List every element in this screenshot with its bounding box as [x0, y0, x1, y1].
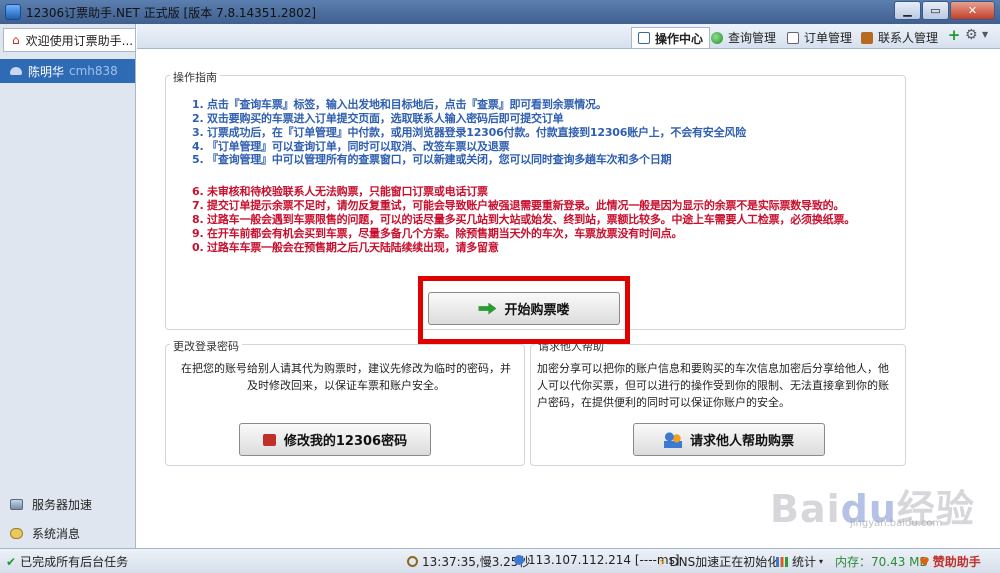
query-icon: [711, 31, 723, 44]
title-bar: 12306订票助手.NET 正式版 [版本 7.8.14351.2802] ▁ …: [0, 0, 1000, 24]
tab-label: 联系人管理: [878, 31, 939, 45]
clock-icon: [407, 556, 418, 567]
people-icon: [663, 431, 682, 448]
request-help-label: 请求他人帮助购票: [689, 434, 794, 449]
lock-icon: [262, 433, 276, 446]
home-icon: ⌂: [12, 33, 20, 47]
sidebar-tab-welcome[interactable]: ⌂ 欢迎使用订票助手...: [3, 28, 135, 52]
sponsor-label: 赞助助手: [932, 555, 981, 569]
window-title: 12306订票助手.NET 正式版 [版本 7.8.14351.2802]: [26, 6, 317, 20]
status-memory: 内存：70.43 MB: [835, 555, 928, 569]
stats-label: 统计: [792, 555, 817, 569]
sidebar-item-system-message[interactable]: 系统消息: [10, 525, 80, 542]
change-password-label: 修改我的12306密码: [283, 434, 408, 449]
status-tasks: ✔ 已完成所有后台任务: [6, 553, 128, 570]
sidebar-item-user[interactable]: 陈明华 cmh838: [0, 59, 135, 83]
status-bar: ✔ 已完成所有后台任务 13:37:35,慢3.25秒 113.107.112.…: [0, 548, 1000, 573]
sidebar-item-server-accel[interactable]: 服务器加速: [10, 496, 92, 513]
heart-icon: ♥: [919, 554, 930, 569]
chevron-down-icon: ▾: [819, 557, 824, 566]
sidebar: ⌂ 欢迎使用订票助手... 陈明华 cmh838 服务器加速 系统消息: [0, 24, 136, 548]
status-time: 13:37:35,慢3.25秒: [407, 553, 530, 570]
watermark-brand: Bai: [770, 487, 841, 531]
user-name: 陈明华: [28, 64, 65, 79]
lightning-icon: ⚡: [658, 554, 667, 569]
check-icon: ✔: [6, 554, 17, 569]
sponsor-link[interactable]: ♥ 赞助助手: [919, 553, 981, 570]
tab-label: 操作中心: [655, 31, 704, 46]
order-icon: [787, 31, 799, 44]
window-controls: ▁ ▭ ✕: [893, 1, 995, 20]
guide-warning-line: 0. 过路车车票一般会在预售期之后几天陆陆续续出现，请多留意: [192, 241, 499, 254]
user-id: cmh838: [69, 64, 118, 78]
sidebar-item-label: 服务器加速: [32, 498, 93, 512]
highlight-frame: [418, 276, 630, 344]
user-icon: [10, 67, 22, 75]
stats-icon: [776, 556, 788, 567]
tab-operations[interactable]: 操作中心: [631, 27, 711, 48]
change-password-title: 更改登录密码: [170, 338, 242, 354]
change-password-button[interactable]: 修改我的12306密码: [239, 423, 431, 456]
top-toolbar: 操作中心 查询管理 订单管理 联系人管理 + ⚙ ▼: [137, 24, 1000, 49]
status-tasks-text: 已完成所有后台任务: [20, 555, 129, 569]
change-password-description: 在把您的账号给别人请其代为购票时，建议先修改为临时的密码，并及时修改回来，以保证…: [181, 362, 511, 392]
status-ip-text: 113.107.112.214 [----ms]: [528, 553, 680, 567]
tab-query[interactable]: 查询管理: [705, 27, 782, 48]
watermark-url: jingyan.baidu.com: [850, 518, 943, 529]
status-dns: ⚡ DNS加速正在初始化: [658, 553, 779, 570]
operations-icon: [638, 32, 650, 44]
tab-label: 订单管理: [804, 31, 853, 45]
request-help-button[interactable]: 请求他人帮助购票: [633, 423, 825, 456]
close-button[interactable]: ✕: [950, 1, 995, 20]
guide-title: 操作指南: [170, 69, 220, 85]
status-ip: 113.107.112.214 [----ms]: [514, 553, 680, 567]
tab-label: 查询管理: [728, 31, 777, 45]
request-help-description: 加密分享可以把你的账户信息和要购买的车次信息加密后分享给他人，他人可以代你买票，…: [537, 362, 889, 409]
maximize-button[interactable]: ▭: [922, 1, 949, 20]
guide-line: 5. 『查询管理』中可以管理所有的查票窗口，可以新建或关闭，您可以同时查询多趟车…: [192, 153, 672, 166]
stats-button[interactable]: 统计 ▾: [776, 553, 823, 570]
gear-icon[interactable]: ⚙: [965, 27, 978, 43]
network-icon: [514, 555, 524, 565]
chevron-down-icon[interactable]: ▼: [982, 30, 988, 39]
app-icon: [5, 4, 21, 20]
tab-orders[interactable]: 订单管理: [781, 27, 858, 48]
minimize-button[interactable]: ▁: [894, 1, 921, 20]
sidebar-tab-label: 欢迎使用订票助手...: [25, 33, 134, 48]
sidebar-item-label: 系统消息: [32, 527, 81, 541]
server-icon: [10, 499, 23, 510]
add-tab-button[interactable]: +: [947, 28, 961, 43]
tab-contacts[interactable]: 联系人管理: [855, 27, 944, 48]
contact-icon: [861, 31, 873, 44]
status-dns-text: DNS加速正在初始化: [669, 555, 780, 569]
message-icon: [10, 528, 23, 539]
